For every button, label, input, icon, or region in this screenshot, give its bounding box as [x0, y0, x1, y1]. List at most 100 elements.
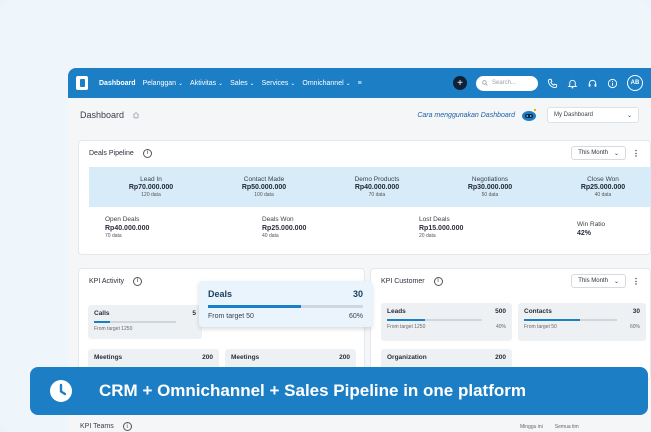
summary-label: Open Deals [105, 216, 140, 223]
stage-value: Rp25.000.000 [580, 184, 626, 191]
progress-fill [208, 305, 301, 308]
nav-aktivitas[interactable]: Aktivitas ⌄ [190, 80, 223, 87]
search-icon [482, 80, 488, 86]
info-icon[interactable]: i [142, 148, 152, 158]
headset-icon[interactable] [587, 78, 598, 89]
pipeline-stage[interactable]: Negotiations Rp30.000.000 50 data [428, 167, 552, 207]
topbar-tools: + Search... AB [453, 75, 643, 91]
pipeline-stage[interactable]: Contact Made Rp50.000.000 100 data [202, 167, 326, 207]
tile-percent: 60% [629, 324, 640, 330]
tile-name: Contacts [524, 308, 552, 315]
summary-value: Rp40.000.000 [105, 225, 150, 232]
bell-icon[interactable] [567, 78, 578, 89]
deals-kpi-popup[interactable]: Deals 30 From target 50 60% [199, 281, 372, 327]
tile-target: From target 1250 [387, 324, 426, 330]
chevron-down-icon: ⌄ [613, 150, 619, 157]
pipeline-stage[interactable]: Lead In Rp70.000.000 120 data [89, 167, 213, 207]
dashboard-select[interactable]: My Dashboard ⌄ [547, 107, 639, 123]
tile-value: 200 [202, 354, 213, 361]
stage-count: 120 data [141, 192, 161, 198]
deals-pipeline-title: Deals Pipeline [89, 149, 134, 157]
robot-icon [522, 108, 537, 121]
tile-target: From target 50 [524, 324, 557, 330]
top-navigation-bar: Dashboard Pelanggan ⌄ Aktivitas ⌄ Sales … [68, 68, 651, 98]
tile-target: From target 1250 [94, 326, 133, 332]
summary-value: 42% [577, 230, 592, 237]
chevron-down-icon: ⌄ [626, 112, 632, 119]
tile-value: 200 [339, 354, 350, 361]
menu-lines-icon[interactable]: ≡ [358, 80, 362, 87]
chevron-down-icon: ⌄ [613, 278, 619, 285]
dashboard-select-value: My Dashboard [554, 112, 594, 118]
kpi-tile-contacts[interactable]: Contacts 30 From target 50 60% [518, 303, 646, 341]
summary-count: 20 data [419, 233, 436, 239]
stage-name: Close Won [587, 176, 619, 183]
nav-sales[interactable]: Sales ⌄ [230, 80, 255, 87]
popup-name: Deals [208, 289, 233, 299]
nav-dashboard[interactable]: Dashboard [99, 80, 136, 87]
info-icon[interactable] [607, 78, 618, 89]
stage-value: Rp50.000.000 [241, 184, 287, 191]
popup-value: 30 [352, 289, 363, 299]
nav-aktivitas-label: Aktivitas [190, 79, 217, 87]
summary-count: 40 data [262, 233, 279, 239]
tile-name: Meetings [231, 354, 260, 361]
help-link[interactable]: Cara menggunakan Dashboard [417, 112, 515, 119]
phone-icon[interactable] [547, 78, 558, 89]
add-button[interactable]: + [453, 76, 467, 90]
home-icon[interactable] [132, 111, 140, 119]
tile-name: Leads [387, 308, 406, 315]
app-logo[interactable] [76, 76, 88, 90]
summary-item: Deals Won Rp25.000.000 40 data [262, 216, 306, 239]
search-input[interactable]: Search... [476, 75, 538, 91]
deals-pipeline-header: Deals Pipeline i This Month ⌄ ⋮ [79, 141, 650, 165]
tile-value: 5 [192, 310, 196, 317]
kpi-activity-title: KPI Activity [89, 277, 125, 285]
pipeline-stage[interactable]: Demo Products Rp40.000.000 70 data [315, 167, 439, 207]
summary-label: Deals Won [262, 216, 294, 223]
kpi-teams-header: KPI Teams i [80, 422, 132, 431]
more-options-icon[interactable]: ⋮ [632, 277, 640, 286]
stage-name: Demo Products [354, 176, 400, 183]
tile-name: Organization [387, 354, 427, 361]
pipeline-period-select[interactable]: This Month ⌄ [571, 146, 626, 160]
kpi-teams-filter-team[interactable]: Semua tim [555, 424, 579, 430]
summary-label: Win Ratio [577, 221, 606, 228]
tile-name: Calls [94, 310, 110, 317]
summary-value: Rp25.000.000 [262, 225, 307, 232]
summary-item: Lost Deals Rp15.000.000 20 data [419, 216, 463, 239]
kpi-teams-filters: Minggu ini Semua tim [520, 424, 579, 430]
kpi-teams-filter-period[interactable]: Minggu ini [520, 424, 543, 430]
nav-pelanggan[interactable]: Pelanggan ⌄ [143, 80, 183, 87]
kpi-period-select[interactable]: This Month ⌄ [571, 274, 626, 288]
kpi-customer-header: KPI Customer i This Month ⌄ ⋮ [371, 269, 650, 293]
stage-name: Lead In [140, 176, 162, 183]
more-options-icon[interactable]: ⋮ [632, 149, 640, 158]
deals-pipeline-card: Deals Pipeline i This Month ⌄ ⋮ Lead In R… [78, 140, 651, 255]
chevron-down-icon: ⌄ [249, 80, 255, 87]
pipeline-period-value: This Month [578, 150, 608, 156]
tile-value: 500 [495, 308, 506, 315]
kpi-tile-calls[interactable]: Calls 5 From target 1250 [88, 305, 202, 339]
info-icon[interactable]: i [122, 422, 132, 431]
progress-track [94, 321, 176, 323]
nav-omnichannel[interactable]: Omnichannel ⌄ [302, 80, 350, 87]
nav-sales-label: Sales [230, 79, 248, 87]
info-icon[interactable]: i [433, 276, 443, 286]
page-header: Dashboard Cara menggunakan Dashboard My … [68, 98, 651, 132]
summary-item: Win Ratio 42% [577, 221, 605, 238]
nav-services-label: Services [261, 79, 289, 87]
chevron-down-icon: ⌄ [290, 80, 296, 87]
tile-value: 30 [632, 308, 640, 315]
info-icon[interactable]: i [133, 276, 143, 286]
tile-name: Meetings [94, 354, 123, 361]
nav-services[interactable]: Services ⌄ [262, 80, 296, 87]
kpi-tile-leads[interactable]: Leads 500 From target 1250 40% [381, 303, 512, 341]
kpi-customer-title: KPI Customer [381, 277, 425, 285]
user-avatar[interactable]: AB [627, 75, 643, 91]
pipeline-stage[interactable]: Close Won Rp25.000.000 40 data [541, 167, 651, 207]
stage-value: Rp40.000.000 [354, 184, 400, 191]
stage-count: 100 data [254, 192, 274, 198]
stage-count: 40 data [594, 192, 612, 198]
banner-text: CRM + Omnichannel + Sales Pipeline in on… [99, 381, 526, 400]
